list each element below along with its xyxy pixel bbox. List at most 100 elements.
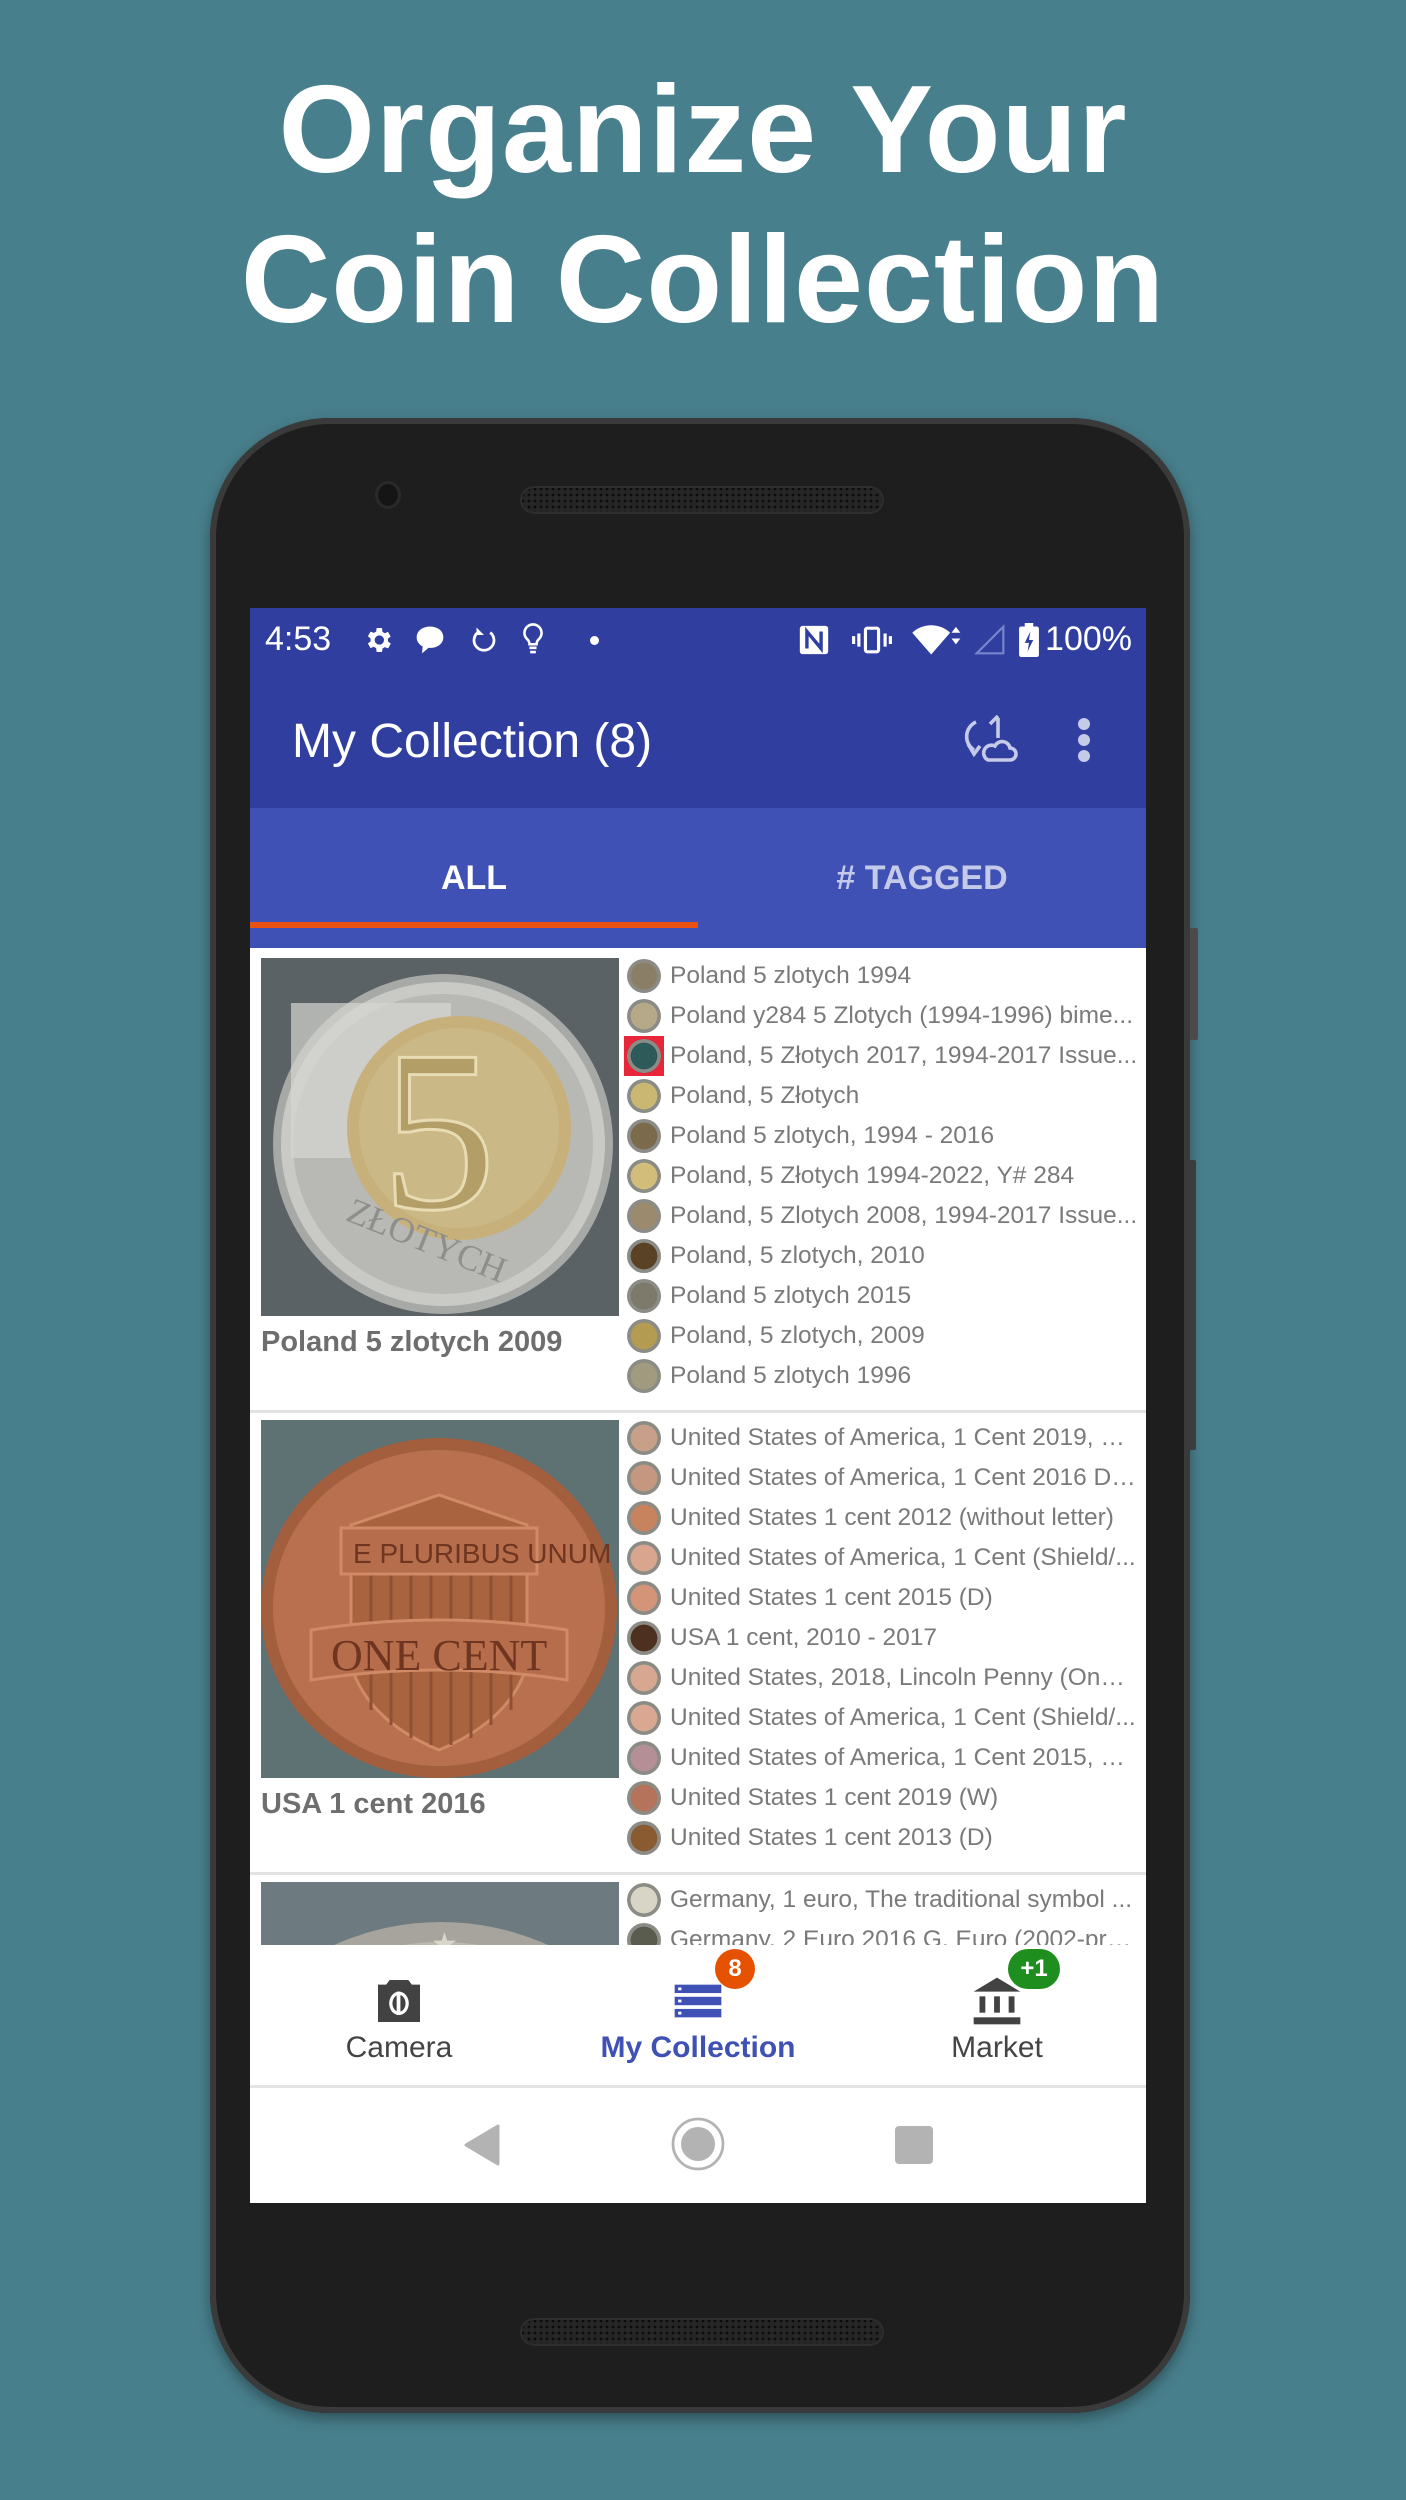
headline-line-1: Organize Your bbox=[278, 61, 1128, 199]
coin-photo[interactable]: E PLURIBUS UNUM ONE CENT bbox=[261, 1420, 619, 1778]
coin-thumbnail-image bbox=[627, 999, 661, 1033]
match-label: United States 1 cent 2015 (D) bbox=[670, 1584, 993, 1611]
collection-card[interactable]: ★ ★ ★ Germany, 1 euro, The traditional s… bbox=[250, 1872, 1146, 1945]
match-label: Germany, 2 Euro 2016 G, Euro (2002-pres.… bbox=[670, 1926, 1138, 1945]
coin-caption: Poland 5 zlotych 2009 bbox=[261, 1326, 563, 1358]
match-label: United States of America, 1 Cent (Shield… bbox=[670, 1704, 1136, 1731]
match-list-item[interactable]: Poland, 5 Złotych bbox=[624, 1076, 1140, 1116]
coin-thumbnail bbox=[624, 1698, 664, 1738]
coin-thumbnail bbox=[624, 956, 664, 996]
match-list-item[interactable]: United States 1 cent 2013 (D) bbox=[624, 1818, 1140, 1858]
coin-thumbnail bbox=[624, 1196, 664, 1236]
match-list-item[interactable]: Germany, 2 Euro 2016 G, Euro (2002-pres.… bbox=[624, 1920, 1140, 1945]
tab-indicator bbox=[250, 922, 698, 928]
match-list-item[interactable]: United States, 2018, Lincoln Penny (One-… bbox=[624, 1658, 1140, 1698]
match-list-item[interactable]: USA 1 cent, 2010 - 2017 bbox=[624, 1618, 1140, 1658]
coin-thumbnail-image bbox=[627, 1119, 661, 1153]
coin-thumbnail-image bbox=[627, 1159, 661, 1193]
match-label: Poland, 5 Zlotych 2008, 1994-2017 Issue.… bbox=[670, 1202, 1138, 1229]
coin-thumbnail bbox=[624, 1076, 664, 1116]
promo-headline: Organize Your Coin Collection bbox=[0, 55, 1406, 355]
collection-card[interactable]: E PLURIBUS UNUM ONE CENT USA 1 cent 2016… bbox=[250, 1410, 1146, 1875]
coin-thumbnail bbox=[624, 1778, 664, 1818]
bottom-navigation: Camera 8 My Collection +1 Market bbox=[250, 1945, 1146, 2088]
coin-photo[interactable]: 5 ZŁOTYCH bbox=[261, 958, 619, 1316]
nav-camera[interactable]: Camera bbox=[250, 1945, 548, 2085]
match-list-item[interactable]: United States 1 cent 2012 (without lette… bbox=[624, 1498, 1140, 1538]
volume-button bbox=[1188, 1160, 1196, 1450]
match-label: United States of America, 1 Cent (Shield… bbox=[670, 1544, 1136, 1571]
chat-bubble-icon bbox=[412, 622, 448, 658]
cloud-sync-icon[interactable] bbox=[962, 714, 1018, 766]
sync-icon bbox=[466, 622, 502, 658]
collection-card[interactable]: 5 ZŁOTYCH Poland 5 zlotych 2009 Poland 5… bbox=[250, 948, 1146, 1413]
match-list-item[interactable]: Germany, 1 euro, The traditional symbol … bbox=[624, 1880, 1140, 1920]
battery-percent: 100% bbox=[1045, 620, 1132, 658]
match-list-item[interactable]: Poland 5 zlotych 1994 bbox=[624, 956, 1140, 996]
home-icon[interactable] bbox=[670, 2116, 726, 2177]
coin-thumbnail-image bbox=[627, 1821, 661, 1855]
lightbulb-icon bbox=[518, 622, 548, 658]
match-list-item[interactable]: Poland 5 zlotych, 1994 - 2016 bbox=[624, 1116, 1140, 1156]
nav-market-label: Market bbox=[951, 2031, 1043, 2064]
app-bar: My Collection (8) bbox=[250, 672, 1146, 808]
coin-thumbnail bbox=[624, 1578, 664, 1618]
coin-thumbnail-image bbox=[627, 1581, 661, 1615]
coin-thumbnail-image bbox=[627, 1421, 661, 1455]
coin-thumbnail bbox=[624, 1920, 664, 1945]
match-list-item[interactable]: United States of America, 1 Cent (Shield… bbox=[624, 1538, 1140, 1578]
more-vert-icon[interactable] bbox=[1072, 716, 1096, 764]
wifi-icon bbox=[910, 622, 964, 658]
euro-coin-image: ★ ★ ★ bbox=[261, 1882, 619, 1945]
coin-thumbnail-image bbox=[627, 959, 661, 993]
nav-my-collection[interactable]: 8 My Collection bbox=[549, 1945, 847, 2085]
match-list-item[interactable]: United States 1 cent 2015 (D) bbox=[624, 1578, 1140, 1618]
page-title: My Collection (8) bbox=[292, 715, 653, 768]
coin-thumbnail-image bbox=[627, 1923, 661, 1945]
coin-thumbnail bbox=[624, 1356, 664, 1396]
match-list-item[interactable]: United States of America, 1 Cent 2019, C… bbox=[624, 1418, 1140, 1458]
coin-thumbnail bbox=[624, 1036, 664, 1076]
match-label: Poland, 5 Złotych bbox=[670, 1082, 860, 1109]
cell-signal-icon bbox=[972, 622, 1008, 658]
collection-list[interactable]: 5 ZŁOTYCH Poland 5 zlotych 2009 Poland 5… bbox=[250, 948, 1146, 1945]
match-list-item[interactable]: Poland 5 zlotych 2015 bbox=[624, 1276, 1140, 1316]
settings-gear-icon bbox=[360, 622, 396, 658]
tab-tagged[interactable]: # TAGGED bbox=[698, 808, 1146, 948]
nav-my-collection-label: My Collection bbox=[600, 2031, 796, 2064]
recents-icon[interactable] bbox=[895, 2126, 933, 2169]
coin-thumbnail bbox=[624, 996, 664, 1036]
match-list-item[interactable]: Poland y284 5 Zlotych (1994-1996) bime..… bbox=[624, 996, 1140, 1036]
match-label: United States of America, 1 Cent 2016 D,… bbox=[670, 1464, 1138, 1491]
match-list-item[interactable]: Poland, 5 Złotych 2017, 1994-2017 Issue.… bbox=[624, 1036, 1140, 1076]
coin-thumbnail-image bbox=[627, 1883, 661, 1917]
match-label: Poland, 5 zlotych, 2009 bbox=[670, 1322, 925, 1349]
match-list-item[interactable]: Poland, 5 Zlotych 2008, 1994-2017 Issue.… bbox=[624, 1196, 1140, 1236]
match-list-item[interactable]: Poland, 5 Złotych 1994-2022, Y# 284 bbox=[624, 1156, 1140, 1196]
match-label: United States 1 cent 2012 (without lette… bbox=[670, 1504, 1114, 1531]
market-new-badge: +1 bbox=[1008, 1949, 1060, 1989]
match-list-item[interactable]: Poland 5 zlotych 1996 bbox=[624, 1356, 1140, 1396]
match-list-item[interactable]: United States 1 cent 2019 (W) bbox=[624, 1778, 1140, 1818]
tab-tagged-label: # TAGGED bbox=[836, 858, 1008, 897]
coin-thumbnail bbox=[624, 1658, 664, 1698]
status-time: 4:53 bbox=[265, 620, 332, 658]
coin-thumbnail-image bbox=[627, 1461, 661, 1495]
nav-market[interactable]: +1 Market bbox=[848, 1945, 1146, 2085]
coin-thumbnail bbox=[624, 1818, 664, 1858]
coin-thumbnail-image bbox=[627, 1741, 661, 1775]
coin-thumbnail-image bbox=[627, 1541, 661, 1575]
back-icon[interactable] bbox=[464, 2124, 500, 2171]
coin-thumbnail bbox=[624, 1316, 664, 1356]
coin-photo[interactable]: ★ ★ ★ bbox=[261, 1882, 619, 1945]
match-label: Poland 5 zlotych 1994 bbox=[670, 962, 912, 989]
match-list-item[interactable]: Poland, 5 zlotych, 2009 bbox=[624, 1316, 1140, 1356]
match-list-item[interactable]: United States of America, 1 Cent 2016 D,… bbox=[624, 1458, 1140, 1498]
coin-thumbnail-image bbox=[627, 1279, 661, 1313]
nfc-icon bbox=[794, 622, 834, 658]
system-navigation-bar bbox=[250, 2088, 1146, 2203]
match-label: Germany, 1 euro, The traditional symbol … bbox=[670, 1886, 1133, 1913]
match-list-item[interactable]: United States of America, 1 Cent 2015, C… bbox=[624, 1738, 1140, 1778]
match-list-item[interactable]: Poland, 5 zlotych, 2010 bbox=[624, 1236, 1140, 1276]
match-list-item[interactable]: United States of America, 1 Cent (Shield… bbox=[624, 1698, 1140, 1738]
